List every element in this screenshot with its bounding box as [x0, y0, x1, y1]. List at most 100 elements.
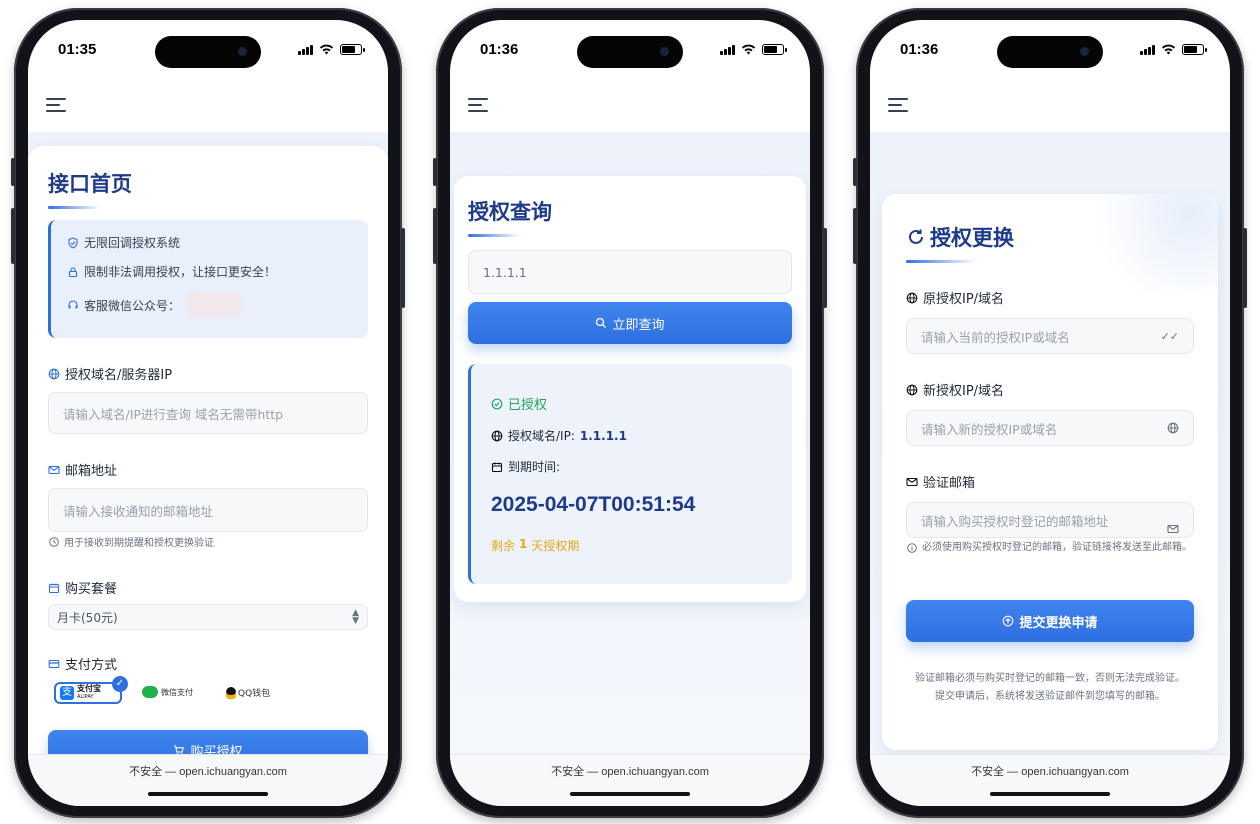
- domain-label: 授权域名/服务器IP: [48, 364, 172, 383]
- status-bar: 01:35: [58, 38, 365, 60]
- info-icon: [906, 542, 918, 554]
- submit-change-button[interactable]: 提交更换申请: [906, 600, 1194, 642]
- side-button: [1243, 228, 1247, 308]
- status-time: 01:35: [58, 40, 97, 58]
- home-indicator: [148, 792, 268, 796]
- remaining-days: 剩余 1 天授权期: [491, 537, 580, 553]
- phone-frame-3: 01:36 授权更换 原授权IP/域名 请输入当前的授权IP或域名 ✓✓ 新授权…: [853, 8, 1247, 818]
- side-button: [853, 158, 857, 186]
- browser-url-bar[interactable]: 不安全 — open.ichuangyan.com: [870, 754, 1230, 806]
- blurred-account: [187, 292, 242, 318]
- mail-icon: [906, 476, 918, 488]
- email-input[interactable]: 请输入接收通知的邮箱地址: [48, 488, 368, 532]
- double-check-icon: ✓✓: [1160, 329, 1179, 343]
- globe-icon: [906, 292, 918, 304]
- email-hint: 用于接收到期提醒和授权更换验证: [48, 536, 214, 552]
- globe-icon: [906, 384, 918, 396]
- headset-icon: [67, 299, 79, 311]
- check-badge-icon: ✓: [112, 676, 128, 692]
- menu-icon[interactable]: [888, 98, 908, 112]
- top-navbar: [450, 78, 810, 132]
- page-title: 授权更换: [906, 222, 1014, 252]
- card-icon: [48, 658, 60, 670]
- expire-row: 到期时间:: [491, 458, 792, 475]
- status-bar: 01:36: [480, 38, 787, 60]
- verify-email-label: 验证邮箱: [906, 472, 975, 491]
- screen: 01:36 授权查询 1.1.1.1 立即查询 已授权 授权域名/IP: 1.1…: [450, 20, 810, 806]
- buy-button[interactable]: 购买授权: [48, 730, 368, 754]
- calendar-icon: [48, 582, 60, 594]
- wechat-icon: [142, 686, 158, 698]
- browser-url-bar[interactable]: 不安全 — open.ichuangyan.com: [450, 754, 810, 806]
- menu-icon[interactable]: [46, 98, 66, 112]
- calendar-icon: [491, 461, 503, 473]
- chevron-updown-icon: ▲ ▼: [352, 608, 359, 626]
- battery-icon: [1182, 43, 1207, 55]
- old-domain-input[interactable]: 请输入当前的授权IP或域名 ✓✓: [906, 318, 1194, 354]
- signal-icon: [1140, 44, 1155, 55]
- side-button: [433, 158, 437, 186]
- title-underline: [48, 206, 100, 209]
- email-label: 邮箱地址: [48, 460, 117, 479]
- wifi-icon: [1161, 44, 1176, 55]
- url-text: 不安全 — open.ichuangyan.com: [129, 766, 287, 778]
- url-text: 不安全 — open.ichuangyan.com: [551, 766, 709, 778]
- top-navbar: [28, 78, 388, 132]
- query-button[interactable]: 立即查询: [468, 302, 792, 344]
- phone-frame-1: 01:35 接口首页 无限回调授权系统 限制非法调用授权，让接口更安全！ 客服微…: [11, 8, 405, 818]
- notice-line: 客服微信公众号：: [84, 298, 181, 313]
- screen: 01:35 接口首页 无限回调授权系统 限制非法调用授权，让接口更安全！ 客服微…: [28, 20, 388, 806]
- wifi-icon: [741, 44, 756, 55]
- verify-hint: 必须使用购买授权时登记的邮箱，验证链接将发送至此邮箱。: [906, 540, 1194, 556]
- plan-select[interactable]: 月卡(50元) ▲ ▼: [48, 604, 368, 630]
- notice-line: 无限回调授权系统: [84, 236, 181, 250]
- query-card: 授权查询 1.1.1.1 立即查询 已授权 授权域名/IP: 1.1.1.1 到…: [454, 176, 806, 602]
- battery-icon: [340, 43, 365, 55]
- old-domain-label: 原授权IP/域名: [906, 288, 1004, 307]
- clock-icon: [48, 536, 60, 548]
- status-time: 01:36: [480, 40, 519, 58]
- footer-notes: 验证邮箱必须与购买时登记的邮箱一致，否则无法完成验证。 提交申请后，系统将发送验…: [915, 673, 1185, 702]
- globe-icon: [1167, 422, 1179, 434]
- shield-icon: [67, 236, 79, 249]
- mail-icon: [48, 464, 60, 476]
- status-row: 已授权: [491, 394, 792, 413]
- cart-icon: [173, 744, 185, 754]
- mail-icon: [1167, 523, 1179, 535]
- new-domain-label: 新授权IP/域名: [906, 380, 1004, 399]
- status-time: 01:36: [900, 40, 939, 58]
- expire-value: 2025-04-07T00:51:54: [491, 493, 696, 516]
- verify-email-input[interactable]: 请输入购买授权时登记的邮箱地址: [906, 502, 1194, 538]
- side-button: [11, 208, 15, 264]
- title-underline: [906, 260, 976, 263]
- pay-qq-option[interactable]: QQ钱包: [226, 686, 270, 699]
- top-navbar: [870, 78, 1230, 132]
- notice-box: 无限回调授权系统 限制非法调用授权，让接口更安全！ 客服微信公众号：: [48, 220, 368, 338]
- side-button: [433, 208, 437, 264]
- change-card: 授权更换 原授权IP/域名 请输入当前的授权IP或域名 ✓✓ 新授权IP/域名: [882, 194, 1218, 750]
- home-indicator: [570, 792, 690, 796]
- page-title: 授权查询: [468, 201, 552, 224]
- phone-frame-2: 01:36 授权查询 1.1.1.1 立即查询 已授权 授权域名/IP: 1.1…: [433, 8, 827, 818]
- page-content: 接口首页 无限回调授权系统 限制非法调用授权，让接口更安全！ 客服微信公众号：: [28, 132, 388, 754]
- side-button: [823, 228, 827, 308]
- page-content: 授权查询 1.1.1.1 立即查询 已授权 授权域名/IP: 1.1.1.1 到…: [450, 132, 810, 754]
- new-domain-input[interactable]: 请输入新的授权IP或域名: [906, 410, 1194, 446]
- signal-icon: [720, 44, 735, 55]
- domain-input[interactable]: 请输入域名/IP进行查询 域名无需带http: [48, 392, 368, 434]
- result-box: 已授权 授权域名/IP: 1.1.1.1 到期时间: 2025-04-07T00…: [468, 364, 792, 584]
- pay-alipay-option[interactable]: 支 支付宝 ALIPAY ✓: [54, 676, 128, 704]
- side-button: [853, 208, 857, 264]
- check-circle-icon: [491, 398, 503, 410]
- pay-wechat-option[interactable]: 微信支付: [142, 686, 193, 698]
- refresh-icon: [906, 227, 926, 247]
- signal-icon: [298, 44, 313, 55]
- screen: 01:36 授权更换 原授权IP/域名 请输入当前的授权IP或域名 ✓✓ 新授权…: [870, 20, 1230, 806]
- alipay-icon: 支: [60, 686, 74, 700]
- browser-url-bar[interactable]: 不安全 — open.ichuangyan.com: [28, 754, 388, 806]
- menu-icon[interactable]: [468, 98, 488, 112]
- globe-icon: [491, 430, 503, 442]
- url-text: 不安全 — open.ichuangyan.com: [971, 766, 1129, 778]
- query-input[interactable]: 1.1.1.1: [468, 250, 792, 294]
- home-card: 接口首页 无限回调授权系统 限制非法调用授权，让接口更安全！ 客服微信公众号：: [28, 146, 388, 754]
